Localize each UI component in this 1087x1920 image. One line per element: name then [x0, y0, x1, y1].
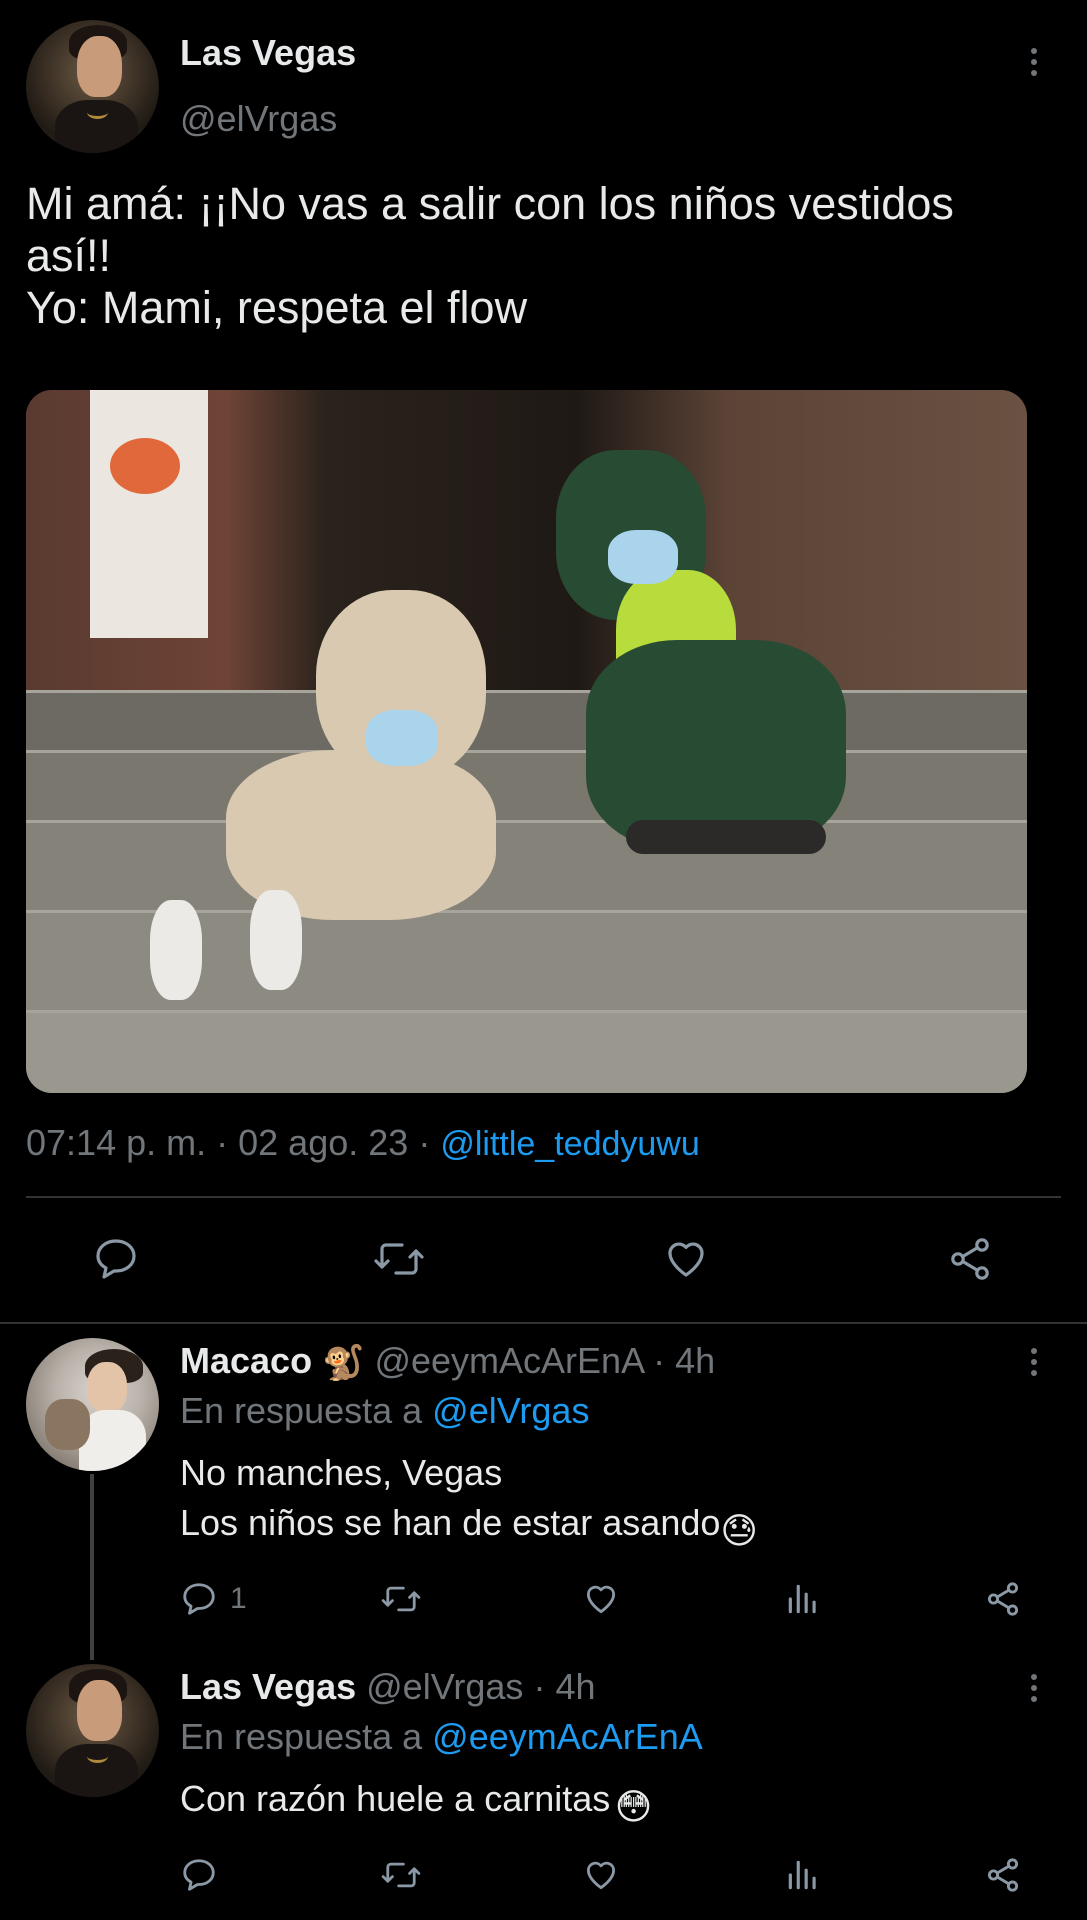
monkey-emoji-icon: 🐒 — [322, 1344, 365, 1383]
reply-text-block: Con razón huele a carnitas 😳 — [180, 1774, 1040, 1828]
analytics-icon[interactable] — [784, 1580, 822, 1618]
reply-text: Con razón huele a carnitas — [180, 1778, 611, 1819]
meta-separator: · — [418, 1122, 431, 1163]
reply-text-block: No manches, Vegas Los niños se han de es… — [180, 1448, 1040, 1552]
reply-avatar[interactable] — [26, 1664, 159, 1797]
retweet-icon[interactable] — [380, 1580, 422, 1618]
retweet-icon[interactable] — [380, 1856, 422, 1894]
share-icon[interactable] — [984, 1580, 1022, 1618]
thread-line — [90, 1474, 94, 1660]
author-name[interactable]: Las Vegas — [180, 32, 356, 74]
banner-image — [90, 390, 208, 638]
tweet-time: 07:14 p. m. — [26, 1122, 207, 1163]
reply-age: 4h — [675, 1340, 716, 1381]
flushed-emoji-icon: 😳 — [614, 1785, 653, 1827]
tweet-date: 02 ago. 23 — [238, 1122, 409, 1163]
tweet-meta: 07:14 p. m. · 02 ago. 23 · @little_teddy… — [26, 1122, 700, 1164]
like-icon[interactable] — [582, 1856, 620, 1894]
reply-avatar[interactable] — [26, 1338, 159, 1471]
meta-separator: · — [216, 1122, 229, 1163]
like-icon[interactable] — [662, 1235, 710, 1283]
reply-icon[interactable] — [92, 1235, 140, 1283]
replying-to: En respuesta a @elVrgas — [180, 1390, 589, 1432]
reply-author-handle[interactable]: @eeymAcArEnA — [374, 1340, 643, 1381]
analytics-icon[interactable] — [784, 1856, 822, 1894]
meta-separator: · — [533, 1666, 546, 1707]
reply-age: 4h — [555, 1666, 596, 1707]
reply-author-handle[interactable]: @elVrgas — [366, 1666, 523, 1707]
replying-to: En respuesta a @eeymAcArEnA — [180, 1716, 703, 1758]
replying-to-prefix: En respuesta a — [180, 1390, 423, 1431]
reply-author-name[interactable]: Macaco — [180, 1340, 312, 1381]
replying-to-handle[interactable]: @eeymAcArEnA — [432, 1716, 703, 1757]
author-avatar[interactable] — [26, 20, 159, 153]
author-handle[interactable]: @elVrgas — [180, 98, 337, 140]
reply-icon[interactable] — [180, 1580, 218, 1618]
replying-to-handle[interactable]: @elVrgas — [432, 1390, 589, 1431]
reply-header: Las Vegas @elVrgas · 4h — [180, 1666, 596, 1708]
sweat-emoji-icon: 😓 — [720, 1509, 758, 1551]
meta-separator: · — [653, 1340, 666, 1381]
reply-icon[interactable] — [180, 1856, 218, 1894]
divider — [0, 1322, 1087, 1324]
tweet-photo[interactable] — [26, 390, 1027, 1093]
divider — [26, 1196, 1061, 1198]
more-options-icon[interactable] — [1030, 1348, 1038, 1376]
like-icon[interactable] — [582, 1580, 620, 1618]
more-options-icon[interactable] — [1030, 48, 1038, 76]
share-icon[interactable] — [946, 1235, 994, 1283]
via-handle-link[interactable]: @little_teddyuwu — [440, 1125, 699, 1163]
reply-count: 1 — [230, 1582, 247, 1615]
share-icon[interactable] — [984, 1856, 1022, 1894]
reply-header: Macaco 🐒 @eeymAcArEnA · 4h — [180, 1340, 715, 1383]
reply-author-name[interactable]: Las Vegas — [180, 1666, 356, 1707]
retweet-icon[interactable] — [372, 1235, 426, 1283]
more-options-icon[interactable] — [1030, 1674, 1038, 1702]
reply-text: No manches, Vegas Los niños se han de es… — [180, 1452, 721, 1543]
replying-to-prefix: En respuesta a — [180, 1716, 423, 1757]
tweet-text: Mi amá: ¡¡No vas a salir con los niños v… — [26, 178, 954, 333]
